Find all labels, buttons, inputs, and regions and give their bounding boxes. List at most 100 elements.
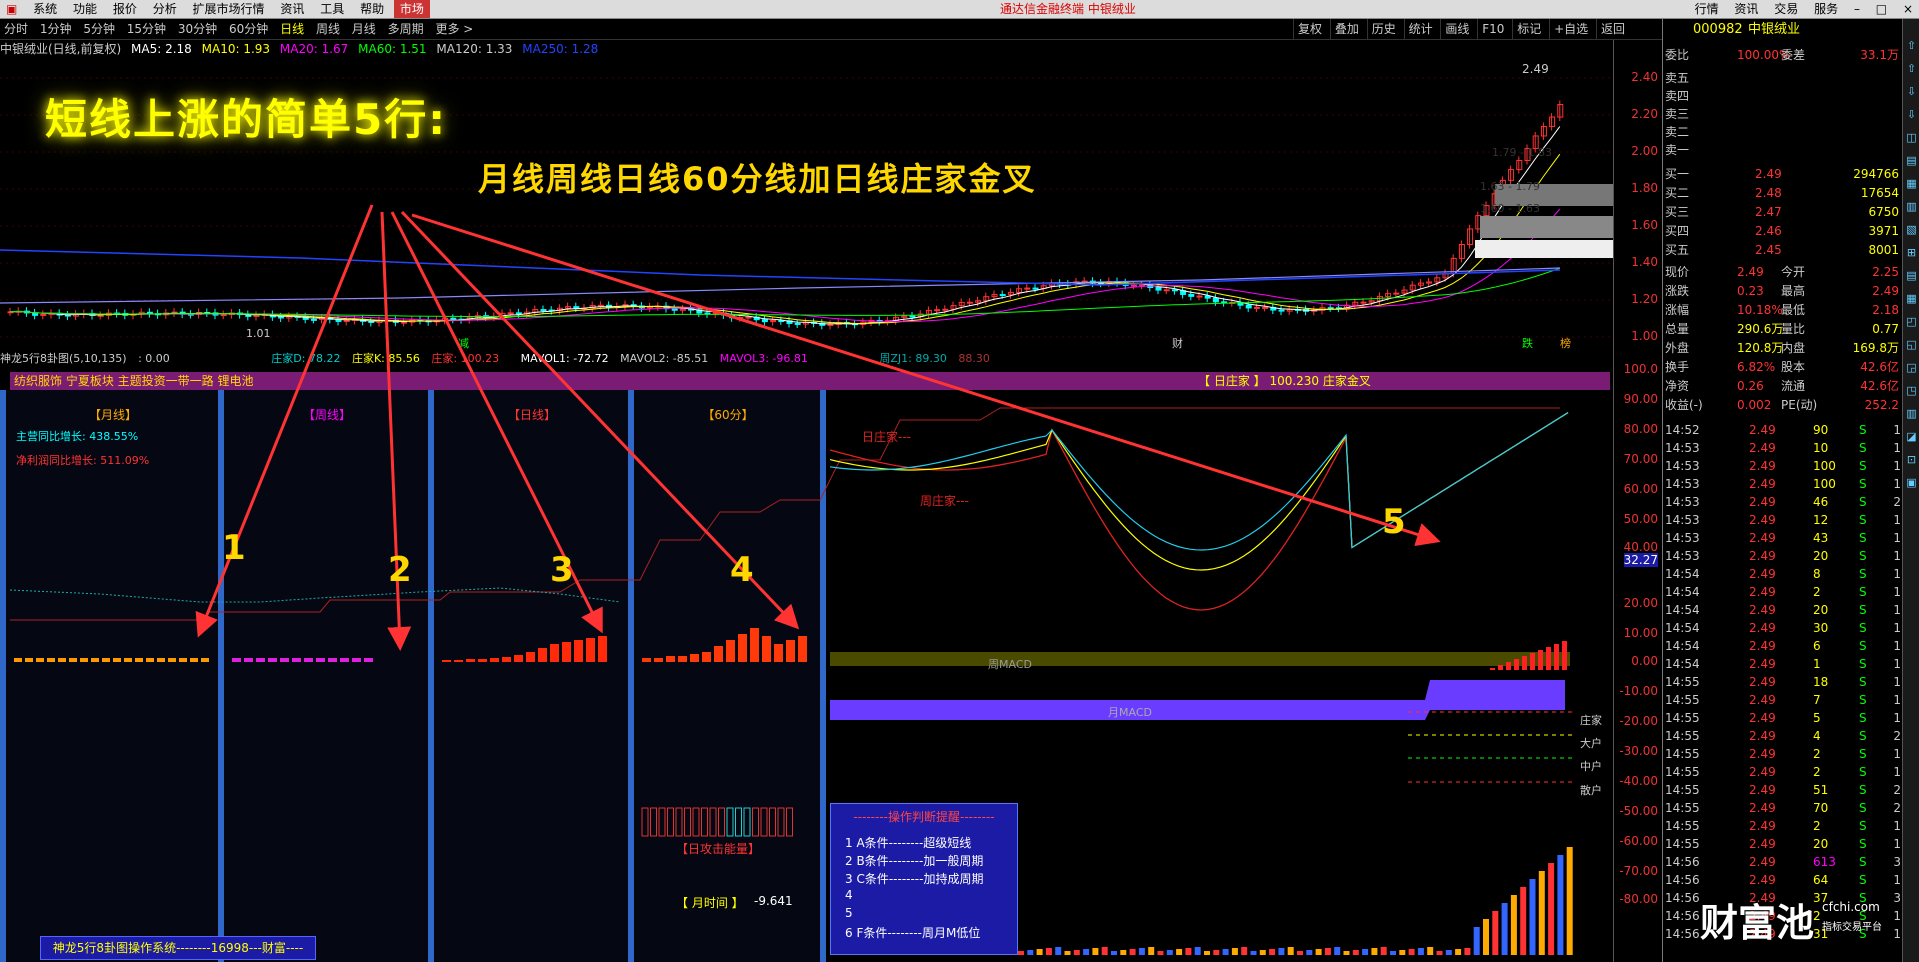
tick-row[interactable]: 14:56 2.49 64 S 1 [1663, 871, 1903, 889]
buy-row-cell: 8001 [1868, 243, 1899, 257]
tick-row[interactable]: 14:53 2.49 100 S 1 [1663, 475, 1903, 493]
stat-row-cell: 最高 [1781, 284, 1806, 298]
side-tool-icon[interactable]: ⊞ [1905, 246, 1918, 259]
tick-row-cell: 14:55 [1665, 711, 1700, 725]
tick-row-cell: 2 [1893, 801, 1901, 815]
tick-row-cell: 20 [1813, 549, 1829, 563]
side-tool-icon[interactable]: ⊡ [1905, 453, 1918, 466]
stat-row[interactable]: 净资 0.26 流通 42.6亿 [1663, 377, 1903, 395]
tick-row[interactable]: 14:53 2.49 43 S 1 [1663, 529, 1903, 547]
stat-row-cell: 169.8万 [1852, 341, 1899, 355]
tick-row[interactable]: 14:54 2.49 6 S 1 [1663, 637, 1903, 655]
tick-row-cell: S [1859, 711, 1867, 725]
buy-row-cell: 2.45 [1755, 243, 1782, 257]
tick-row-cell: 14:53 [1665, 549, 1700, 563]
side-tool-icon[interactable]: ◳ [1905, 384, 1918, 397]
buy-row-cell: 买五 [1665, 243, 1690, 257]
tick-row-cell: 51 [1813, 783, 1829, 797]
stat-row[interactable]: 现价 2.49 今开 2.25 [1663, 263, 1903, 281]
tick-row[interactable]: 14:56 2.49 613 S 3 [1663, 853, 1903, 871]
tick-row[interactable]: 14:54 2.49 8 S 1 [1663, 565, 1903, 583]
sell-row[interactable]: 卖二 [1663, 123, 1903, 141]
menu-right-news[interactable]: 资讯 [1728, 0, 1764, 18]
menu-right-service[interactable]: 服务 [1808, 0, 1844, 18]
tick-row-cell: 2.49 [1749, 729, 1776, 743]
side-tool-icon[interactable]: ◫ [1905, 131, 1918, 144]
tick-row[interactable]: 14:54 2.49 30 S 1 [1663, 619, 1903, 637]
sell-row[interactable]: 卖一 [1663, 141, 1903, 159]
tick-row[interactable]: 14:54 2.49 2 S 1 [1663, 583, 1903, 601]
tick-row-cell: 1 [1893, 621, 1901, 635]
tick-row[interactable]: 14:55 2.49 51 S 2 [1663, 781, 1903, 799]
tick-row[interactable]: 14:55 2.49 2 S 1 [1663, 817, 1903, 835]
arrow-number-3: 3 [550, 550, 574, 590]
tick-row[interactable]: 14:53 2.49 46 S 2 [1663, 493, 1903, 511]
side-tool-icon[interactable]: ▣ [1905, 476, 1918, 489]
sell-row[interactable]: 卖四 [1663, 87, 1903, 105]
operation-hint-line-5: 5 [845, 906, 853, 920]
minimize-icon[interactable]: – [1848, 0, 1866, 18]
tick-row[interactable]: 14:52 2.49 90 S 1 [1663, 421, 1903, 439]
buy-row[interactable]: 买二 2.48 17654 [1663, 184, 1903, 202]
maximize-icon[interactable]: □ [1870, 0, 1893, 18]
sell-row[interactable]: 卖五 [1663, 69, 1903, 87]
side-tool-icon[interactable]: ▤ [1905, 269, 1918, 282]
tick-row[interactable]: 14:53 2.49 20 S 1 [1663, 547, 1903, 565]
tick-row[interactable]: 14:55 2.49 2 S 1 [1663, 745, 1903, 763]
menu-right-quote[interactable]: 行情 [1689, 0, 1725, 18]
buy-row[interactable]: 买四 2.46 3971 [1663, 222, 1903, 240]
side-tool-icon[interactable]: ▦ [1905, 177, 1918, 190]
side-tool-icon[interactable]: ▤ [1905, 154, 1918, 167]
tick-row[interactable]: 14:55 2.49 18 S 1 [1663, 673, 1903, 691]
tick-row[interactable]: 14:55 2.49 20 S 1 [1663, 835, 1903, 853]
buy-row-cell: 2.47 [1755, 205, 1782, 219]
stat-row[interactable]: 涨跌 0.23 最高 2.49 [1663, 282, 1903, 300]
tick-row[interactable]: 14:53 2.49 12 S 1 [1663, 511, 1903, 529]
side-tool-icon[interactable]: ◪ [1905, 430, 1918, 443]
tick-row[interactable]: 14:53 2.49 10 S 1 [1663, 439, 1903, 457]
side-tool-icon[interactable]: ◱ [1905, 338, 1918, 351]
stat-row-cell: 涨跌 [1665, 284, 1690, 298]
tick-row-cell: 14:53 [1665, 495, 1700, 509]
side-tool-icon[interactable]: ⇩ [1905, 108, 1918, 121]
side-tool-icon[interactable]: ▦ [1905, 292, 1918, 305]
stat-row-cell: 252.2 [1864, 398, 1899, 412]
tick-row-cell: 2 [1893, 729, 1901, 743]
buy-row[interactable]: 买一 2.49 294766 [1663, 165, 1903, 183]
stat-row-cell: 内盘 [1781, 341, 1806, 355]
side-tool-icon[interactable]: ▥ [1905, 200, 1918, 213]
stat-row-cell: 最低 [1781, 303, 1806, 317]
y-tick-ind: 90.00 [1623, 392, 1658, 406]
tick-row[interactable]: 14:55 2.49 4 S 2 [1663, 727, 1903, 745]
stat-row[interactable]: 收益(-) 0.002 PE(动) 252.2 [1663, 396, 1903, 414]
tick-row-cell: 2.49 [1749, 513, 1776, 527]
buy-row[interactable]: 买三 2.47 6750 [1663, 203, 1903, 221]
tick-row[interactable]: 14:55 2.49 7 S 1 [1663, 691, 1903, 709]
side-tool-icon[interactable]: ⇧ [1905, 62, 1918, 75]
tick-row-cell: 18 [1813, 675, 1829, 689]
side-tool-icon[interactable]: ◰ [1905, 315, 1918, 328]
side-tool-icon[interactable]: ◲ [1905, 361, 1918, 374]
tick-row-cell: 14:55 [1665, 819, 1700, 833]
sell-row[interactable]: 卖三 [1663, 105, 1903, 123]
y-tick-main: 2.40 [1631, 70, 1658, 84]
menu-right-trade[interactable]: 交易 [1768, 0, 1804, 18]
stat-row[interactable]: 涨幅 10.18% 最低 2.18 [1663, 301, 1903, 319]
tick-row[interactable]: 14:53 2.49 100 S 1 [1663, 457, 1903, 475]
side-tool-icon[interactable]: ⇧ [1905, 39, 1918, 52]
buy-row[interactable]: 买五 2.45 8001 [1663, 241, 1903, 259]
side-tool-icon[interactable]: ▥ [1905, 407, 1918, 420]
tick-row-cell: 14:55 [1665, 783, 1700, 797]
buy-row-cell: 6750 [1868, 205, 1899, 219]
side-tool-icon[interactable]: ▧ [1905, 223, 1918, 236]
tick-row[interactable]: 14:55 2.49 70 S 2 [1663, 799, 1903, 817]
stat-row[interactable]: 外盘 120.8万 内盘 169.8万 [1663, 339, 1903, 357]
close-icon[interactable]: × [1897, 0, 1919, 18]
stat-row[interactable]: 换手 6.82% 股本 42.6亿 [1663, 358, 1903, 376]
stat-row[interactable]: 总量 290.6万 量比 0.77 [1663, 320, 1903, 338]
tick-row[interactable]: 14:55 2.49 2 S 1 [1663, 763, 1903, 781]
tick-row[interactable]: 14:54 2.49 1 S 1 [1663, 655, 1903, 673]
tick-row[interactable]: 14:54 2.49 20 S 1 [1663, 601, 1903, 619]
side-tool-icon[interactable]: ⇩ [1905, 85, 1918, 98]
tick-row[interactable]: 14:55 2.49 5 S 1 [1663, 709, 1903, 727]
